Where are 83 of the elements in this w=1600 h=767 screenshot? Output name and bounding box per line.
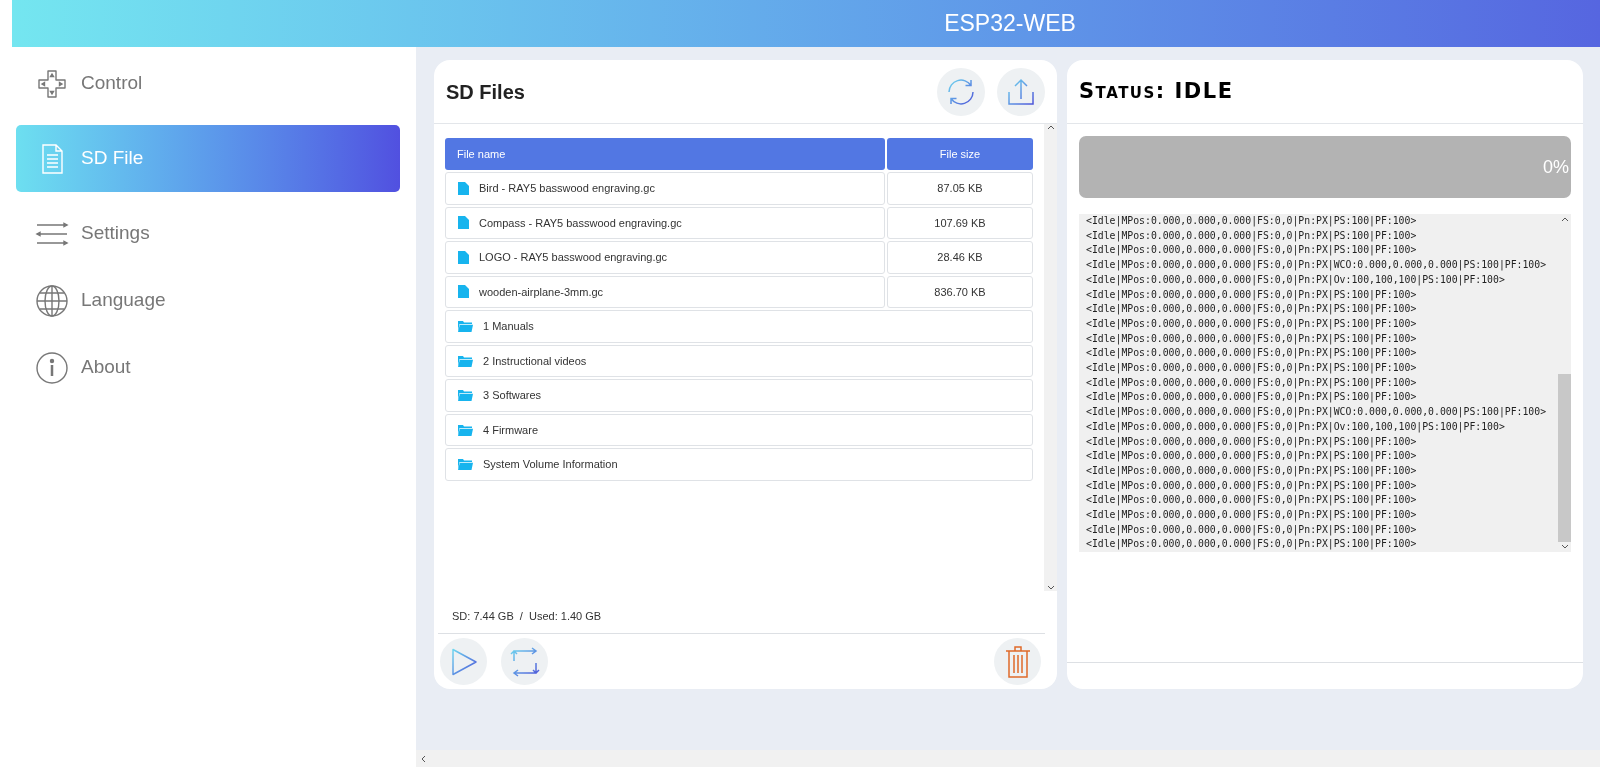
log-line: <Idle|MPos:0.000,0.000,0.000|FS:0,0|Pn:PX|PS:100|PF:100>: [1086, 316, 1418, 332]
file-name: wooden-airplane-3mm.gc: [479, 284, 604, 300]
file-icon: [458, 250, 469, 264]
delete-button[interactable]: [994, 638, 1041, 685]
sidebar-item[interactable]: Language: [16, 275, 400, 326]
log-line: <Idle|MPos:0.000,0.000,0.000|FS:0,0|Pn:PX|PS:100|PF:100>: [1086, 331, 1418, 347]
play-button[interactable]: [440, 638, 487, 685]
file-size-cell: 28.46 KB: [887, 241, 1033, 274]
log-line: <Idle|MPos:0.000,0.000,0.000|FS:0,0|Pn:PX|PS:100|PF:100>: [1086, 287, 1418, 303]
file-name-cell[interactable]: 4 Firmware: [445, 413, 1033, 446]
file-icon: [458, 285, 469, 299]
scroll-up-icon: [1046, 124, 1055, 130]
column-header: File size: [887, 138, 1033, 170]
log-line: <Idle|MPos:0.000,0.000,0.000|FS:0,0|Pn:PX|PS:100|PF:100>: [1086, 390, 1418, 405]
file-name: LOGO - RAY5 basswood engraving.gc: [479, 250, 668, 265]
file-name: 3 Softwares: [483, 388, 542, 403]
file-name-cell[interactable]: wooden-airplane-3mm.gc: [445, 275, 885, 308]
status-title: Status: IDLE: [1079, 77, 1234, 105]
folder-icon: [458, 423, 473, 436]
loop-button[interactable]: [501, 638, 548, 685]
log-line: <Idle|MPos:0.000,0.000,0.000|FS:0,0|Pn:PX|PS:100|PF:100>: [1086, 302, 1418, 317]
file-size-cell: 87.05 KB: [887, 172, 1033, 205]
sidebar-item[interactable]: Settings: [16, 208, 400, 259]
log-line: <Idle|MPos:0.000,0.000,0.000|FS:0,0|Pn:PX|WCO:0.000,0.000,0.000|PS:100|PF:100>: [1086, 405, 1548, 420]
log-line: <Idle|MPos:0.000,0.000,0.000|FS:0,0|Pn:PX|PS:100|PF:100>: [1086, 463, 1418, 479]
log-line: <Idle|MPos:0.000,0.000,0.000|FS:0,0|Pn:PX|PS:100|PF:100>: [1086, 537, 1418, 552]
log-line: <Idle|MPos:0.000,0.000,0.000|FS:0,0|Pn:PX|PS:100|PF:100>: [1086, 478, 1418, 494]
loop-arrows-icon: [509, 646, 540, 677]
file-name-cell[interactable]: LOGO - RAY5 basswood engraving.gc: [445, 241, 885, 274]
log-line: <Idle|MPos:0.000,0.000,0.000|FS:0,0|Pn:PX|PS:100|PF:100>: [1086, 493, 1418, 508]
file-name-cell[interactable]: Compass - RAY5 basswood engraving.gc: [445, 206, 885, 239]
log-line: <Idle|MPos:0.000,0.000,0.000|FS:0,0|Pn:PX|PS:100|PF:100>: [1086, 449, 1418, 464]
log-line: <Idle|MPos:0.000,0.000,0.000|FS:0,0|Pn:PX|Ov:100,100,100|PS:100|PF:100>: [1086, 272, 1506, 288]
scroll-left-icon: [420, 754, 426, 763]
file-name: Compass - RAY5 basswood engraving.gc: [479, 215, 682, 231]
log-line: <Idle|MPos:0.000,0.000,0.000|FS:0,0|Pn:PX|PS:100|PF:100>: [1086, 375, 1418, 391]
file-name: 4 Firmware: [483, 422, 538, 438]
refresh-button[interactable]: [937, 67, 985, 116]
file-name: Bird - RAY5 basswood engraving.gc: [479, 181, 655, 196]
horizontal-scrollbar[interactable]: [416, 750, 1600, 767]
file-name: System Volume Information: [483, 457, 618, 472]
file-name-cell[interactable]: 1 Manuals: [445, 310, 1033, 343]
info-icon: [35, 350, 69, 385]
progress-reading: 0%: [1543, 155, 1570, 179]
log-line: <Idle|MPos:0.000,0.000,0.000|FS:0,0|Pn:PX|PS:100|PF:100>: [1086, 243, 1418, 258]
trash-icon: [1004, 645, 1031, 678]
log-line: <Idle|MPos:0.000,0.000,0.000|FS:0,0|Pn:PX|PS:100|PF:100>: [1086, 228, 1418, 244]
log-line: <Idle|MPos:0.000,0.000,0.000|FS:0,0|Pn:PX|PS:100|PF:100>: [1086, 346, 1418, 361]
upload-icon: [1006, 76, 1036, 107]
file-name: 1 Manuals: [483, 319, 534, 334]
scroll-up-icon: [1560, 216, 1569, 222]
log-line: <Idle|MPos:0.000,0.000,0.000|FS:0,0|Pn:PX|PS:100|PF:100>: [1086, 361, 1418, 376]
upload-button[interactable]: [997, 67, 1045, 116]
log-line: <Idle|MPos:0.000,0.000,0.000|FS:0,0|Pn:PX|PS:100|PF:100>: [1086, 214, 1418, 229]
storage-info: SD: 7.44 GB / Used: 1.40 GB: [452, 610, 602, 622]
scroll-down-icon: [1046, 585, 1055, 591]
log-line: <Idle|MPos:0.000,0.000,0.000|FS:0,0|Pn:PX|PS:100|PF:100>: [1086, 508, 1418, 523]
file-name-cell[interactable]: System Volume Information: [445, 448, 1033, 481]
sidebar-item[interactable]: Control: [16, 58, 400, 109]
app-title: ESP32-WEB: [944, 9, 1076, 39]
scroll-thumb[interactable]: [1558, 374, 1571, 542]
file-name: 2 Instructional videos: [483, 353, 587, 369]
file-icon: [458, 216, 469, 230]
file-name-cell[interactable]: Bird - RAY5 basswood engraving.gc: [445, 172, 885, 205]
file-size-cell: 836.70 KB: [887, 275, 1033, 308]
column-header: File name: [445, 138, 885, 170]
file-name-cell[interactable]: 3 Softwares: [445, 379, 1033, 412]
scroll-down-icon: [1560, 544, 1569, 550]
sidebar-item[interactable]: About: [16, 342, 400, 393]
folder-icon: [458, 389, 473, 402]
log-line: <Idle|MPos:0.000,0.000,0.000|FS:0,0|Pn:PX|PS:100|PF:100>: [1086, 434, 1418, 450]
scrollbar[interactable]: [1044, 124, 1057, 591]
log-line: <Idle|MPos:0.000,0.000,0.000|FS:0,0|Pn:PX|WCO:0.000,0.000,0.000|PS:100|PF:100>: [1086, 258, 1548, 273]
log-line: <Idle|MPos:0.000,0.000,0.000|FS:0,0|Pn:PX|Ov:100,100,100|PS:100|PF:100>: [1086, 419, 1506, 435]
folder-icon: [458, 354, 473, 367]
panel-title: SD Files: [446, 79, 525, 105]
folder-icon: [458, 458, 473, 471]
file-size-cell: 107.69 KB: [887, 206, 1033, 239]
folder-icon: [458, 320, 473, 333]
file-name-cell[interactable]: 2 Instructional videos: [445, 344, 1033, 377]
globe-icon: [35, 283, 69, 318]
file-icon: [458, 181, 469, 195]
log-line: <Idle|MPos:0.000,0.000,0.000|FS:0,0|Pn:PX|PS:100|PF:100>: [1086, 522, 1418, 538]
